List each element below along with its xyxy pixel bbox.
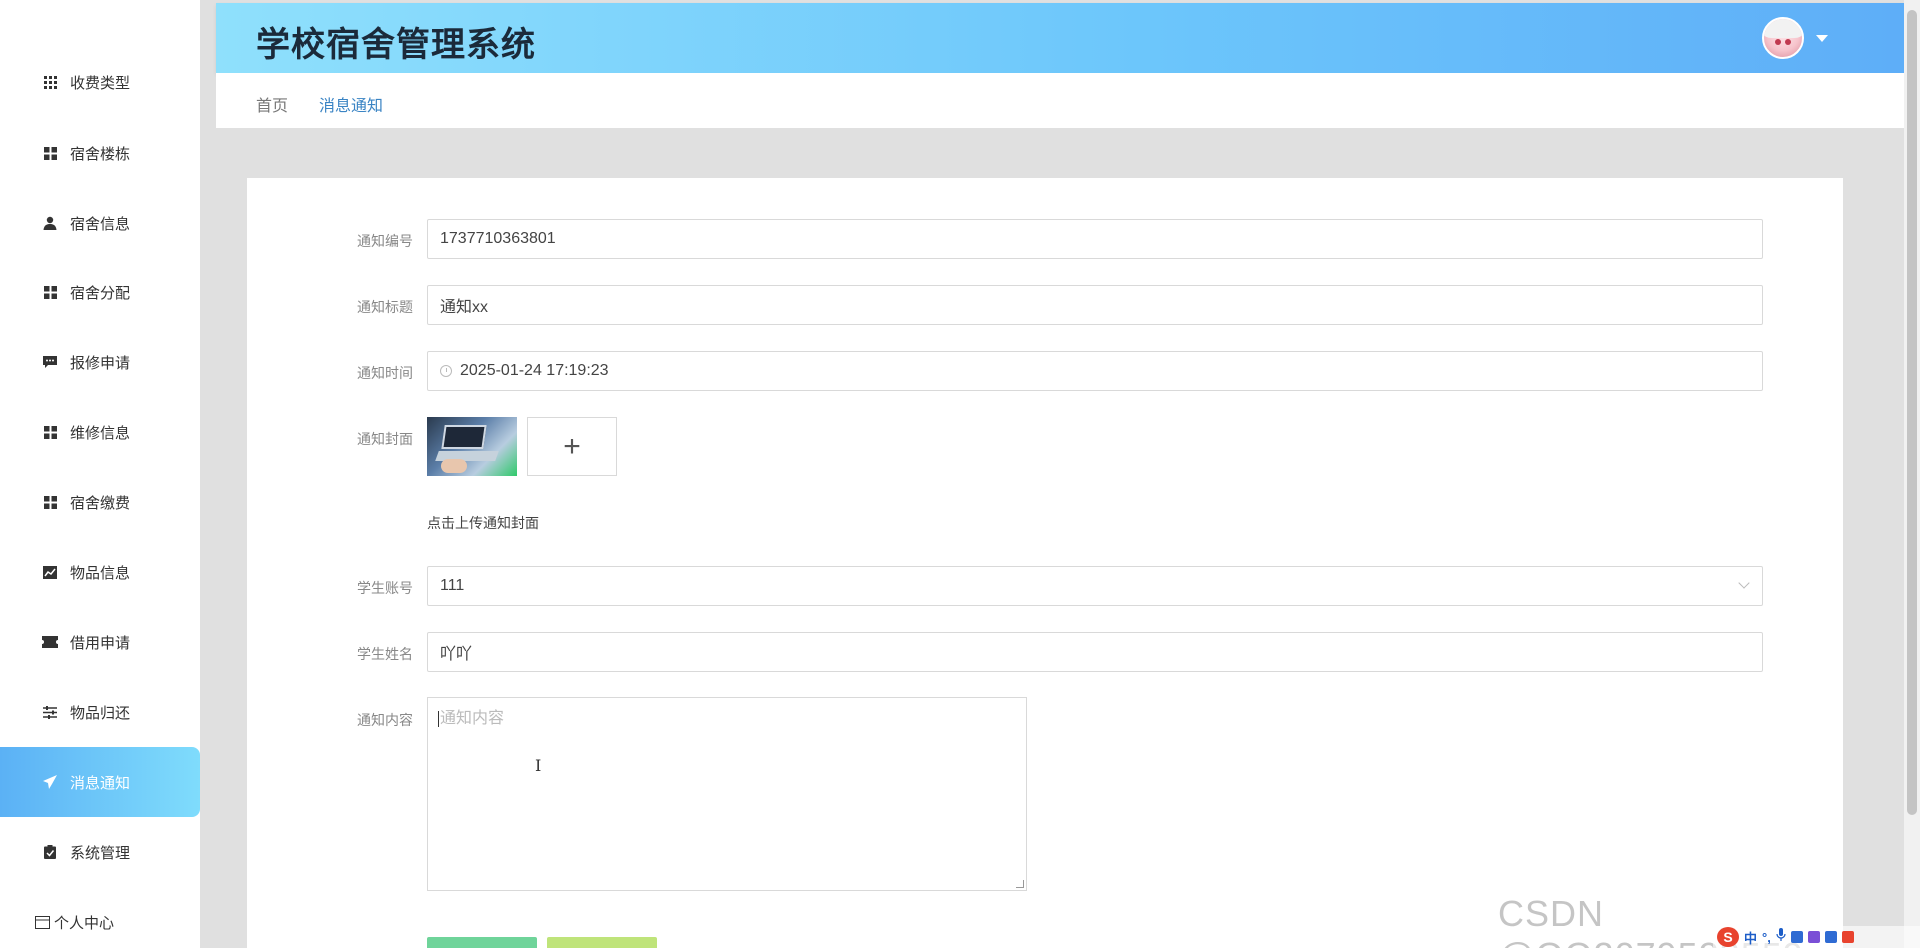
breadcrumb-home[interactable]: 首页	[256, 92, 288, 116]
tools-icon[interactable]	[1841, 931, 1854, 943]
sidebar-item-dorm-buildings[interactable]: 宿舍楼栋	[0, 118, 200, 188]
student-account-select[interactable]: 111	[427, 566, 1763, 606]
sidebar-item-dorm-payment[interactable]: 宿舍缴费	[0, 467, 200, 537]
sidebar-item-label: 宿舍信息	[70, 215, 131, 233]
sidebar-item-borrow-request[interactable]: 借用申请	[0, 607, 200, 677]
notice-content-label: 通知内容	[357, 712, 413, 728]
student-name-field[interactable]	[427, 632, 1763, 672]
chevron-down-icon	[1738, 577, 1750, 589]
apps-icon[interactable]	[1824, 931, 1837, 943]
breadcrumb: 首页 消息通知	[216, 73, 1904, 128]
message-icon	[42, 354, 58, 370]
grid-icon	[42, 74, 58, 90]
ibeam-cursor-icon: I	[535, 756, 542, 775]
user-icon	[42, 215, 58, 231]
caret-down-icon[interactable]	[1816, 35, 1828, 42]
ime-punctuation[interactable]: °,	[1762, 930, 1771, 945]
sidebar-item-label: 个人中心	[54, 914, 115, 932]
resize-handle[interactable]	[1016, 880, 1024, 888]
notice-title-input[interactable]	[440, 296, 1750, 314]
student-name-label: 学生姓名	[357, 646, 413, 662]
sidebar-item-item-return[interactable]: 物品归还	[0, 677, 200, 747]
student-account-value: 111	[440, 577, 465, 594]
notice-cover-label: 通知封面	[357, 431, 413, 447]
cover-thumbnail[interactable]	[427, 417, 517, 476]
notice-no-input[interactable]	[440, 230, 1750, 248]
clipboard-icon	[42, 844, 58, 860]
sidebar-item-maintenance-info[interactable]: 维修信息	[0, 397, 200, 467]
sidebar-item-label: 报修申请	[70, 354, 131, 372]
sliders-icon	[42, 704, 58, 720]
sidebar-item-notifications[interactable]: 消息通知	[0, 747, 200, 817]
cancel-button[interactable]	[547, 937, 657, 948]
notice-title-field[interactable]	[427, 285, 1763, 325]
grid-icon	[42, 424, 58, 440]
sidebar-item-label: 物品归还	[70, 704, 131, 722]
sidebar-item-label: 系统管理	[70, 844, 131, 862]
sogou-logo-icon[interactable]: S	[1717, 927, 1739, 947]
notice-title-label: 通知标题	[357, 299, 413, 315]
send-icon	[42, 774, 58, 790]
sidebar-item-fee-types[interactable]: 收费类型	[0, 47, 200, 117]
avatar[interactable]	[1762, 17, 1804, 59]
scrollbar-track[interactable]	[1904, 0, 1920, 948]
window-icon	[34, 914, 50, 930]
ime-language[interactable]: 中	[1744, 928, 1757, 947]
sidebar-item-dorm-assignment[interactable]: 宿舍分配	[0, 257, 200, 327]
grid-icon	[42, 494, 58, 510]
student-account-label: 学生账号	[357, 580, 413, 596]
plus-icon: +	[563, 429, 581, 463]
sidebar-item-system-management[interactable]: 系统管理	[0, 817, 200, 887]
notice-time-value: 2025-01-24 17:19:23	[460, 362, 609, 379]
sidebar-item-label: 物品信息	[70, 564, 131, 582]
top-header: 学校宿舍管理系统	[216, 3, 1904, 73]
notice-time-picker[interactable]: 2025-01-24 17:19:23	[427, 351, 1763, 391]
notice-time-label: 通知时间	[357, 365, 413, 381]
ticket-icon	[42, 634, 58, 650]
sidebar-item-personal-center[interactable]: 个人中心	[0, 887, 200, 948]
scrollbar-thumb[interactable]	[1907, 10, 1917, 815]
notice-content-textarea[interactable]: 通知内容	[427, 697, 1027, 891]
ime-tray: S 中 °,	[1713, 926, 1920, 948]
notice-form-card: 通知编号 通知标题 通知时间 2025-01-24 17:19:23 通知封面 …	[247, 178, 1843, 948]
app-title: 学校宿舍管理系统	[256, 25, 536, 65]
chart-icon	[42, 564, 58, 580]
notice-content-placeholder: 通知内容	[440, 710, 505, 727]
notice-no-label: 通知编号	[357, 233, 413, 249]
sidebar-item-label: 宿舍分配	[70, 284, 131, 302]
upload-hint: 点击上传通知封面	[427, 515, 539, 531]
grid-icon	[42, 284, 58, 300]
clock-icon	[440, 365, 452, 377]
sidebar-item-label: 宿舍楼栋	[70, 145, 131, 163]
upload-cover-button[interactable]: +	[527, 417, 617, 476]
sidebar-item-label: 收费类型	[70, 74, 131, 92]
student-name-input[interactable]	[440, 643, 1750, 661]
sidebar-item-label: 宿舍缴费	[70, 494, 131, 512]
microphone-icon[interactable]	[1776, 927, 1786, 947]
breadcrumb-current: 消息通知	[319, 98, 384, 115]
submit-button[interactable]	[427, 937, 537, 948]
grid-icon	[42, 145, 58, 161]
sidebar-item-item-info[interactable]: 物品信息	[0, 537, 200, 607]
sidebar-item-label: 借用申请	[70, 634, 131, 652]
sidebar-item-dorm-info[interactable]: 宿舍信息	[0, 188, 200, 258]
sidebar: 收费类型 宿舍楼栋 宿舍信息 宿舍分配 报修申请 维修信息 宿舍缴费 物品信息 …	[0, 0, 200, 948]
keyboard-icon[interactable]	[1790, 931, 1803, 943]
shirt-icon[interactable]	[1807, 931, 1820, 943]
text-caret	[438, 710, 439, 727]
sidebar-item-label: 消息通知	[70, 774, 131, 792]
notice-no-field[interactable]	[427, 219, 1763, 259]
sidebar-item-repair-request[interactable]: 报修申请	[0, 327, 200, 397]
sidebar-item-label: 维修信息	[70, 424, 131, 442]
